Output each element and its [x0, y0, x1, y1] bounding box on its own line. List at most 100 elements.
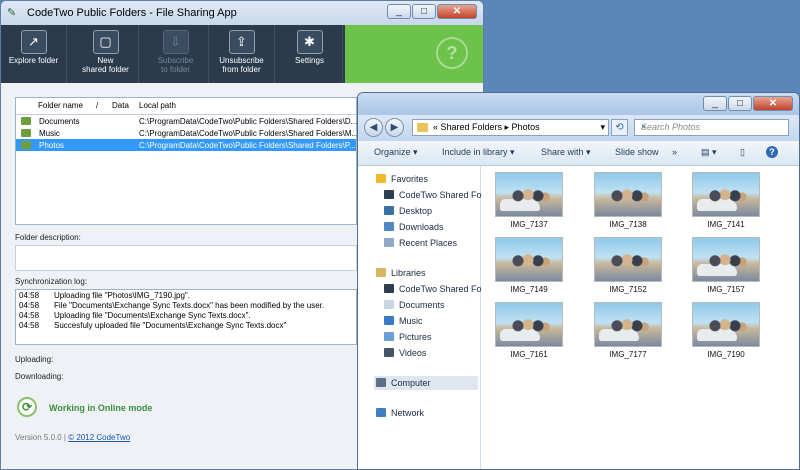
help-icon[interactable]: ?	[766, 146, 778, 158]
network-icon	[376, 408, 386, 417]
settings-button[interactable]: ✱ Settings	[277, 25, 343, 83]
nav-favorites[interactable]: Favorites	[376, 174, 428, 184]
folder-path: C:\ProgramData\CodeTwo\Public Folders\Sh…	[139, 141, 356, 150]
column-header-folder-name[interactable]: Folder name	[38, 101, 83, 110]
file-item-img-7149[interactable]: IMG_7149	[492, 237, 566, 294]
folder-description-field[interactable]	[15, 245, 357, 271]
explorer-title-bar[interactable]: _ □ ✕	[358, 93, 799, 116]
help-icon[interactable]: ?	[436, 37, 468, 69]
photo-thumbnail	[692, 172, 760, 217]
file-item-img-7152[interactable]: IMG_7152	[591, 237, 665, 294]
log-time: 04:58	[19, 311, 40, 320]
sync-log[interactable]: 04:58 Uploading file "Photos\IMG_7190.jp…	[15, 289, 357, 345]
downloading-label: Downloading:	[15, 372, 64, 381]
column-header-data[interactable]: Data	[112, 101, 129, 110]
file-item-img-7141[interactable]: IMG_7141	[689, 172, 763, 229]
log-message: Succesfuly uploaded file "Documents\Exch…	[54, 321, 287, 330]
search-input[interactable]: Search Photos ⌕	[634, 119, 789, 136]
explorer-close-button[interactable]: ✕	[753, 96, 793, 111]
log-entry: 04:58 Succesfuly uploaded file "Document…	[16, 320, 356, 330]
folder-icon	[417, 123, 428, 132]
subscribe-label: Subscribe to folder	[157, 56, 194, 74]
breadcrumb[interactable]: « Shared Folders ▸ Photos	[433, 122, 540, 133]
explorer-minimize-button[interactable]: _	[703, 96, 727, 111]
preview-pane-icon[interactable]: ▯	[740, 147, 745, 158]
file-item-img-7161[interactable]: IMG_7161	[492, 302, 566, 359]
file-item-img-7138[interactable]: IMG_7138	[591, 172, 665, 229]
include-in-library-menu[interactable]: Include in library ▾	[442, 147, 515, 158]
file-item-img-7190[interactable]: IMG_7190	[689, 302, 763, 359]
organize-menu[interactable]: Organize ▾	[374, 147, 418, 158]
nav-network[interactable]: Network	[376, 408, 424, 418]
folder-name: Music	[39, 129, 60, 138]
file-name: IMG_7141	[707, 220, 745, 229]
new-shared-folder-button[interactable]: ▢ New shared folder	[73, 25, 139, 83]
nav-item-pictures[interactable]: Pictures	[384, 332, 432, 342]
videos-icon	[384, 348, 394, 357]
shared-folder-icon	[21, 129, 31, 137]
log-message: File "Documents\Exchange Sync Texts.docx…	[54, 301, 325, 310]
table-row-documents[interactable]: Documents C:\ProgramData\CodeTwo\Public …	[16, 115, 357, 127]
unsubscribe-from-folder-button[interactable]: ⇪ Unsubscribe from folder	[209, 25, 275, 83]
nav-item-documents[interactable]: Documents	[384, 300, 445, 310]
slide-show-button[interactable]: Slide show	[615, 147, 659, 157]
file-item-img-7157[interactable]: IMG_7157	[689, 237, 763, 294]
more-commands-button[interactable]: »	[672, 147, 677, 157]
nav-computer[interactable]: Computer	[374, 376, 478, 390]
column-header-local-path[interactable]: Local path	[139, 101, 176, 110]
documents-icon	[384, 300, 394, 309]
app-title-bar[interactable]: ✎ CodeTwo Public Folders - File Sharing …	[1, 1, 483, 26]
new-shared-folder-icon: ▢	[92, 30, 119, 54]
maximize-button[interactable]: □	[412, 4, 436, 19]
ribbon-brand-area: ?	[345, 25, 483, 83]
address-bar[interactable]: « Shared Folders ▸ Photos ▾	[412, 119, 609, 136]
explore-folder-icon: ↗	[20, 30, 47, 54]
new-shared-folder-label: New shared folder	[82, 56, 129, 74]
forward-button[interactable]: ▶	[385, 118, 404, 137]
file-name: IMG_7152	[609, 285, 647, 294]
unsubscribe-label: Unsubscribe from folder	[219, 56, 264, 74]
file-name: IMG_7157	[707, 285, 745, 294]
log-entry: 04:58 File "Documents\Exchange Sync Text…	[16, 300, 356, 310]
folder-name: Photos	[39, 141, 64, 150]
codetwo-folder-icon	[384, 284, 394, 293]
computer-icon	[376, 378, 386, 387]
explore-folder-button[interactable]: ↗ Explore folder	[1, 25, 67, 83]
explorer-maximize-button[interactable]: □	[728, 96, 752, 111]
table-row-music[interactable]: Music C:\ProgramData\CodeTwo\Public Fold…	[16, 127, 357, 139]
pictures-icon	[384, 332, 394, 341]
version-footer: Version 5.0.0 | © 2012 CodeTwo	[15, 433, 130, 442]
address-bar-area: ◀ ▶ « Shared Folders ▸ Photos ▾ ⟲ Search…	[358, 115, 799, 141]
subscribe-to-folder-button[interactable]: ⇩ Subscribe to folder	[143, 25, 209, 83]
minimize-button[interactable]: _	[387, 4, 411, 19]
log-message: Uploading file "Documents\Exchange Sync …	[54, 311, 251, 320]
nav-item-music[interactable]: Music	[384, 316, 423, 326]
copyright-link[interactable]: © 2012 CodeTwo	[68, 433, 130, 442]
file-item-img-7137[interactable]: IMG_7137	[492, 172, 566, 229]
close-button[interactable]: ✕	[437, 4, 477, 19]
status-text: Working in Online mode	[49, 403, 153, 413]
nav-item-recent-places[interactable]: Recent Places	[384, 238, 457, 248]
downloads-icon	[384, 222, 394, 231]
share-with-menu[interactable]: Share with ▾	[541, 147, 591, 158]
view-options-icon[interactable]: ▤ ▾	[701, 147, 717, 158]
nav-item-library-codetwo[interactable]: CodeTwo Shared Fo	[384, 284, 482, 294]
log-time: 04:58	[19, 291, 40, 300]
shared-folder-icon	[21, 117, 31, 125]
photo-thumbnail	[495, 237, 563, 282]
subscribe-icon: ⇩	[162, 30, 189, 54]
table-row-photos[interactable]: Photos C:\ProgramData\CodeTwo\Public Fol…	[16, 139, 356, 151]
nav-libraries[interactable]: Libraries	[376, 268, 426, 278]
file-item-img-7177[interactable]: IMG_7177	[591, 302, 665, 359]
folder-path: C:\ProgramData\CodeTwo\Public Folders\Sh…	[139, 117, 357, 126]
nav-item-videos[interactable]: Videos	[384, 348, 426, 358]
refresh-button[interactable]: ⟲	[611, 119, 628, 136]
nav-item-desktop[interactable]: Desktop	[384, 206, 432, 216]
settings-label: Settings	[295, 56, 324, 65]
folder-name: Documents	[39, 117, 80, 126]
back-button[interactable]: ◀	[364, 118, 383, 137]
chevron-down-icon[interactable]: ▾	[600, 122, 605, 133]
nav-item-codetwo-shared-folders[interactable]: CodeTwo Shared Fo	[384, 190, 482, 200]
nav-item-downloads[interactable]: Downloads	[384, 222, 444, 232]
search-icon[interactable]: ⌕	[641, 121, 785, 132]
